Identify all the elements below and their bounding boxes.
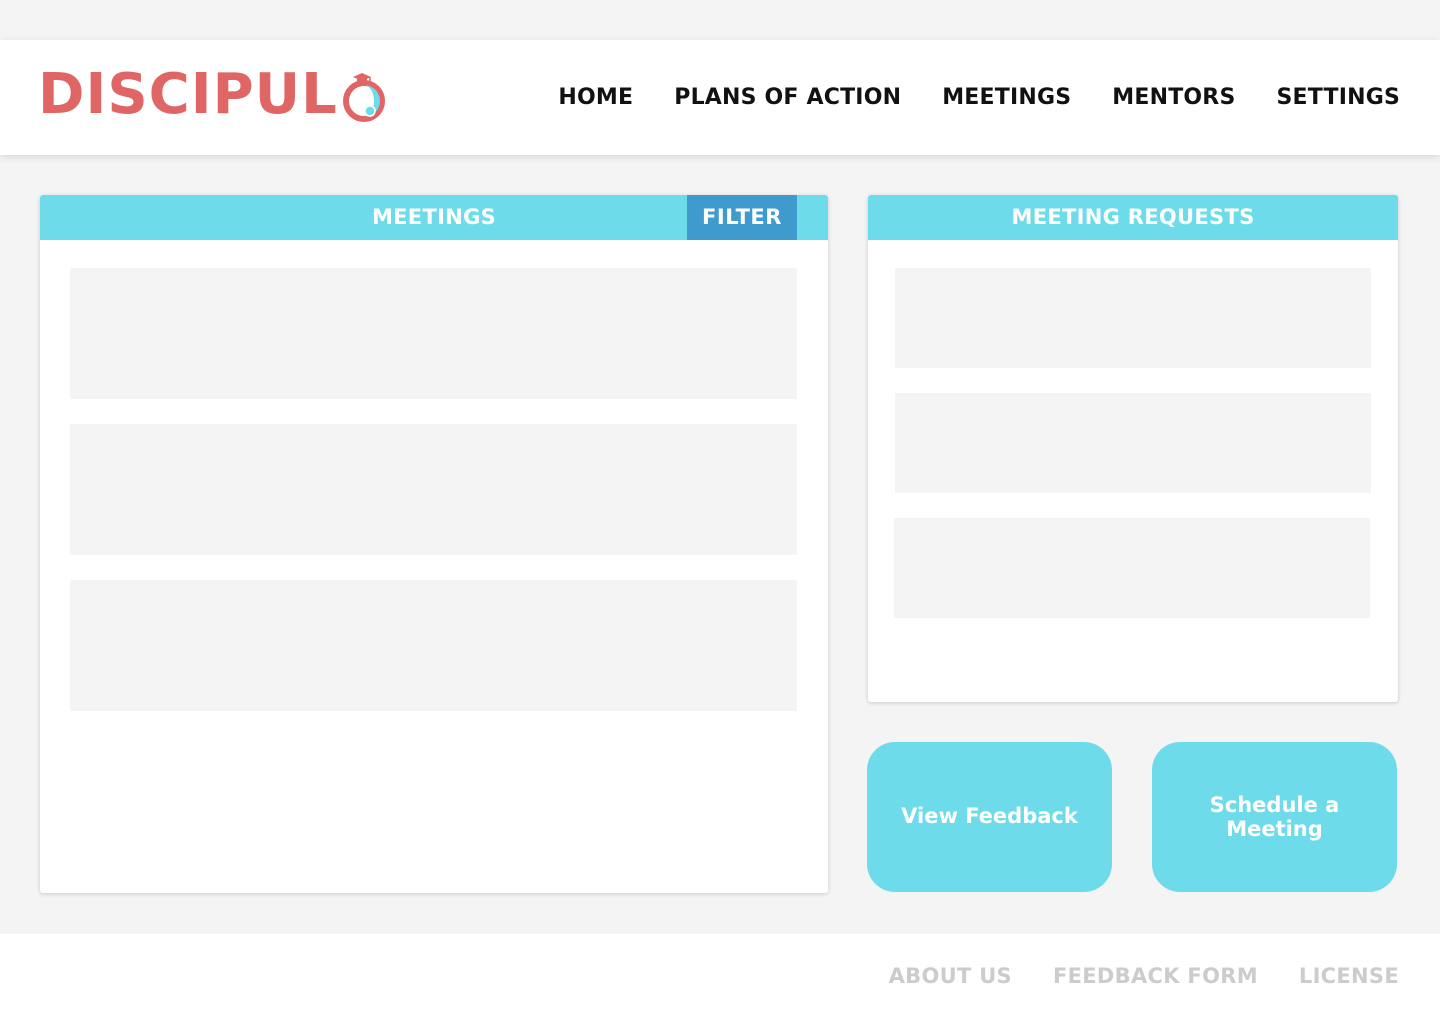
meeting-card[interactable] <box>70 580 797 711</box>
meeting-requests-panel-title: MEETING REQUESTS <box>1011 205 1255 229</box>
meetings-panel: MEETINGS FILTER <box>40 195 828 893</box>
footer-link-license[interactable]: LICENSE <box>1299 964 1399 988</box>
main-nav: HOME PLANS OF ACTION MEETINGS MENTORS SE… <box>558 40 1400 155</box>
nav-item-home[interactable]: HOME <box>558 85 633 110</box>
footer-link-feedback-form[interactable]: FEEDBACK FORM <box>1053 964 1258 988</box>
top-header: DISCIPUL HOME PLANS OF ACTION MEETINGS M… <box>0 40 1440 155</box>
meeting-request-card[interactable] <box>895 268 1371 368</box>
nav-item-plans-of-action[interactable]: PLANS OF ACTION <box>674 85 901 110</box>
brand-logo-text: DISCIPUL <box>38 62 338 127</box>
nav-item-settings[interactable]: SETTINGS <box>1277 85 1401 110</box>
meeting-requests-panel: MEETING REQUESTS <box>868 195 1398 702</box>
view-feedback-button[interactable]: View Feedback <box>867 742 1112 892</box>
filter-button[interactable]: FILTER <box>687 195 797 240</box>
schedule-meeting-button[interactable]: Schedule a Meeting <box>1152 742 1397 892</box>
nav-item-mentors[interactable]: MENTORS <box>1112 85 1235 110</box>
meeting-requests-panel-header: MEETING REQUESTS <box>868 195 1398 240</box>
nav-item-meetings[interactable]: MEETINGS <box>942 85 1071 110</box>
meeting-request-card[interactable] <box>895 393 1371 493</box>
meeting-request-card[interactable] <box>894 518 1370 618</box>
footer-link-about-us[interactable]: ABOUT US <box>889 964 1012 988</box>
meetings-panel-header: MEETINGS FILTER <box>40 195 828 240</box>
meeting-card[interactable] <box>70 268 797 399</box>
brand-logo[interactable]: DISCIPUL <box>38 60 390 130</box>
page-footer: ABOUT US FEEDBACK FORM LICENSE <box>0 934 1440 1024</box>
footer-links: ABOUT US FEEDBACK FORM LICENSE <box>889 964 1399 988</box>
meeting-card[interactable] <box>70 424 797 555</box>
graduation-cap-o-icon <box>342 73 385 122</box>
